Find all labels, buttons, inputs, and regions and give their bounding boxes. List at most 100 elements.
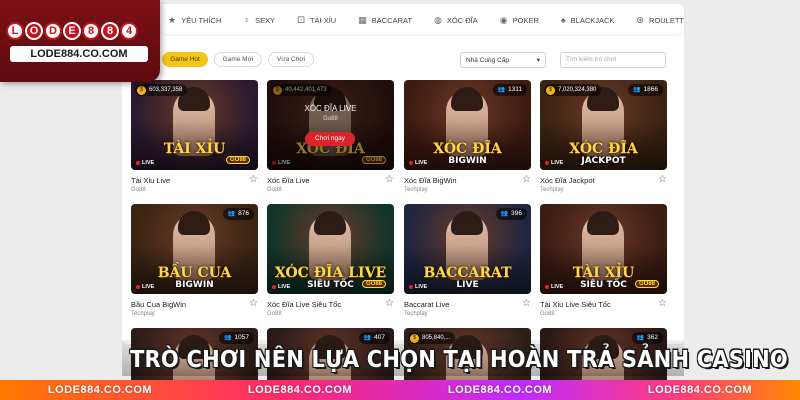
category-favorites[interactable]: ★ YÊU THÍCH bbox=[168, 15, 221, 26]
provider-select-value: Nhà Cung Cấp bbox=[466, 56, 509, 64]
logo-letter: E bbox=[63, 22, 81, 40]
pill-game-moi[interactable]: Game Mới bbox=[214, 52, 262, 67]
game-art-title: BẦU CUA bbox=[157, 265, 232, 281]
category-baccarat[interactable]: ▦ BACCARAT bbox=[358, 15, 412, 26]
game-provider: Go88 bbox=[540, 311, 555, 317]
jackpot-amount: 603,337,358 bbox=[149, 87, 183, 93]
player-count-value: 1311 bbox=[508, 86, 522, 93]
category-blackjack[interactable]: ♠ BLACKJACK bbox=[561, 15, 615, 25]
game-thumbnail[interactable]: 👥 876 BẦU CUA BIGWIN LIVE bbox=[131, 204, 258, 294]
category-label: BLACKJACK bbox=[570, 15, 615, 25]
game-card[interactable]: $7,020,324,380 👥 1866 XÓC ĐĨA JACKPOT LIVE Xóc… bbox=[540, 80, 667, 193]
favorite-star-icon[interactable]: ☆ bbox=[522, 174, 531, 185]
favorite-star-icon[interactable]: ☆ bbox=[249, 298, 258, 309]
pill-vua-choi[interactable]: Vừa Chơi bbox=[268, 52, 314, 67]
coin-icon: $ bbox=[137, 85, 146, 95]
pill-game-hot[interactable]: Game Hot bbox=[162, 52, 208, 67]
players-icon: 👥 bbox=[633, 87, 641, 93]
game-name[interactable]: Bầu Cua BigWin bbox=[131, 300, 258, 309]
logo-letter: 8 bbox=[101, 22, 119, 40]
image-caption: TRÒ CHƠI NÊN LỰA CHỌN TẠI HOÀN TRẢ SẢNH … bbox=[130, 345, 788, 373]
game-provider: Techplay bbox=[404, 311, 428, 317]
player-count: 👥 396 bbox=[495, 208, 527, 220]
site-logo[interactable]: L O D E 8 8 4 LODE884.CO.COM bbox=[0, 0, 160, 82]
live-indicator: LIVE bbox=[136, 160, 154, 166]
category-poker[interactable]: ◉ POKER bbox=[500, 15, 539, 26]
game-card[interactable]: 👥 396 BACCARAT LIVE LIVE Baccarat Live Techpla… bbox=[404, 204, 531, 317]
provider-select[interactable]: Nhà Cung Cấp ▾ bbox=[460, 52, 546, 68]
favorite-star-icon[interactable]: ☆ bbox=[385, 174, 394, 185]
game-name[interactable]: Xóc Đĩa BigWin bbox=[404, 176, 531, 185]
category-nav: ★ YÊU THÍCH ♀ SEXY ⚀ TÀI XỈU ▦ BACCARAT … bbox=[160, 6, 684, 34]
play-now-button[interactable]: Chơi ngay bbox=[305, 132, 355, 146]
category-roulette[interactable]: ⊛ ROULETTI bbox=[636, 15, 684, 26]
chip-icon: ◉ bbox=[499, 14, 508, 25]
live-indicator: LIVE bbox=[136, 284, 154, 290]
logo-letter: D bbox=[44, 22, 62, 40]
players-icon: 👥 bbox=[500, 211, 509, 217]
game-card[interactable]: TÀI XỈU SIÊU TỐC GO88 LIVE Tài Xỉu Live Siêu… bbox=[540, 204, 667, 317]
category-label: POKER bbox=[512, 15, 539, 25]
category-label: SEXY bbox=[255, 15, 276, 25]
game-thumbnail[interactable]: 👥 1311 XÓC ĐĨA BIGWIN LIVE bbox=[404, 80, 531, 170]
favorite-star-icon[interactable]: ☆ bbox=[385, 298, 394, 309]
watermark-stripe: LODE884.CO.COM LODE884.CO.COM LODE884.CO… bbox=[0, 380, 800, 400]
game-art-title: XÓC ĐĨA bbox=[569, 141, 638, 157]
category-tai-xiu[interactable]: ⚀ TÀI XỈU bbox=[297, 15, 336, 26]
player-count: 👥 1311 bbox=[492, 84, 527, 96]
category-label: TÀI XỈU bbox=[309, 15, 337, 25]
logo-url: LODE884.CO.COM bbox=[10, 46, 148, 62]
category-xoc-dia[interactable]: ◍ XÓC ĐĨA bbox=[434, 15, 478, 26]
game-provider: Go88 bbox=[267, 187, 282, 193]
game-thumbnail[interactable]: $40,442,401,473 XÓC ĐĨA GO88 LIVE XÓC ĐĨA LI… bbox=[267, 80, 394, 170]
live-indicator: LIVE bbox=[272, 284, 290, 290]
favorite-star-icon[interactable]: ☆ bbox=[249, 174, 258, 185]
game-thumbnail[interactable]: $603,337,358 TÀI XỈU GO88 LIVE bbox=[131, 80, 258, 170]
game-card[interactable]: 👥 876 BẦU CUA BIGWIN LIVE Bầu Cua BigWin Techp… bbox=[131, 204, 258, 317]
search-input[interactable]: Tìm kiếm trò chơi bbox=[560, 52, 666, 68]
game-name[interactable]: Xóc Đĩa Live bbox=[267, 176, 394, 185]
favorite-star-icon[interactable]: ☆ bbox=[658, 174, 667, 185]
logo-letter: 4 bbox=[120, 22, 138, 40]
game-thumbnail[interactable]: $7,020,324,380 👥 1866 XÓC ĐĨA JACKPOT LIVE bbox=[540, 80, 667, 170]
favorite-star-icon[interactable]: ☆ bbox=[522, 298, 531, 309]
cards-icon: ▦ bbox=[358, 14, 367, 25]
jackpot-badge: $603,337,358 bbox=[135, 84, 188, 96]
game-art-title: XÓC ĐĨA bbox=[433, 141, 502, 157]
category-sexy[interactable]: ♀ SEXY bbox=[243, 15, 275, 25]
game-name[interactable]: Tài Xỉu Live bbox=[131, 176, 258, 185]
chevron-down-icon: ▾ bbox=[536, 57, 540, 64]
player-count-value: 876 bbox=[238, 210, 249, 217]
hover-overlay bbox=[267, 80, 394, 170]
category-label: XÓC ĐĨA bbox=[446, 15, 478, 25]
game-card[interactable]: XÓC ĐĨA LIVE SIÊU TỐC GO88 LIVE Xóc Đĩa Live… bbox=[267, 204, 394, 317]
game-card[interactable]: $40,442,401,473 XÓC ĐĨA GO88 LIVE XÓC ĐĨA LI… bbox=[267, 80, 394, 193]
live-indicator: LIVE bbox=[545, 160, 563, 166]
logo-letters: L O D E 8 8 4 bbox=[6, 22, 138, 40]
game-name[interactable]: Baccarat Live bbox=[404, 300, 531, 309]
hover-game-provider: Go88 bbox=[323, 116, 338, 122]
roulette-icon: ⊛ bbox=[636, 14, 644, 25]
game-thumbnail[interactable]: TÀI XỈU SIÊU TỐC GO88 LIVE bbox=[540, 204, 667, 294]
logo-letter: L bbox=[6, 22, 24, 40]
watermark-text: LODE884.CO.COM bbox=[647, 384, 753, 396]
game-name[interactable]: Tài Xỉu Live Siêu Tốc bbox=[540, 300, 667, 309]
game-thumbnail[interactable]: XÓC ĐĨA LIVE SIÊU TỐC GO88 LIVE bbox=[267, 204, 394, 294]
game-name[interactable]: Xóc Đĩa Jackpot bbox=[540, 176, 667, 185]
game-name[interactable]: Xóc Đĩa Live Siêu Tốc bbox=[267, 300, 394, 309]
disc-icon: ◍ bbox=[434, 14, 442, 25]
game-card[interactable]: $603,337,358 TÀI XỈU GO88 LIVE Tài Xỉu Live G… bbox=[131, 80, 258, 193]
game-provider: Go88 bbox=[131, 187, 146, 193]
player-count: 👥 876 bbox=[222, 208, 254, 220]
game-provider: Techplay bbox=[131, 311, 155, 317]
brand-logo: GO88 bbox=[225, 156, 250, 164]
watermark-text: LODE884.CO.COM bbox=[247, 384, 353, 396]
game-thumbnail[interactable]: 👥 396 BACCARAT LIVE LIVE bbox=[404, 204, 531, 294]
player-count-value: 1866 bbox=[643, 86, 658, 93]
player-count-value: 396 bbox=[511, 210, 522, 217]
favorite-star-icon[interactable]: ☆ bbox=[658, 298, 667, 309]
watermark-text: LODE884.CO.COM bbox=[447, 384, 553, 396]
category-label: ROULETTI bbox=[648, 15, 684, 25]
filter-row: Game Hot Game Mới Vừa Chơi Nhà Cung Cấp … bbox=[162, 52, 684, 68]
game-card[interactable]: 👥 1311 XÓC ĐĨA BIGWIN LIVE Xóc Đĩa BigWin Tech… bbox=[404, 80, 531, 193]
